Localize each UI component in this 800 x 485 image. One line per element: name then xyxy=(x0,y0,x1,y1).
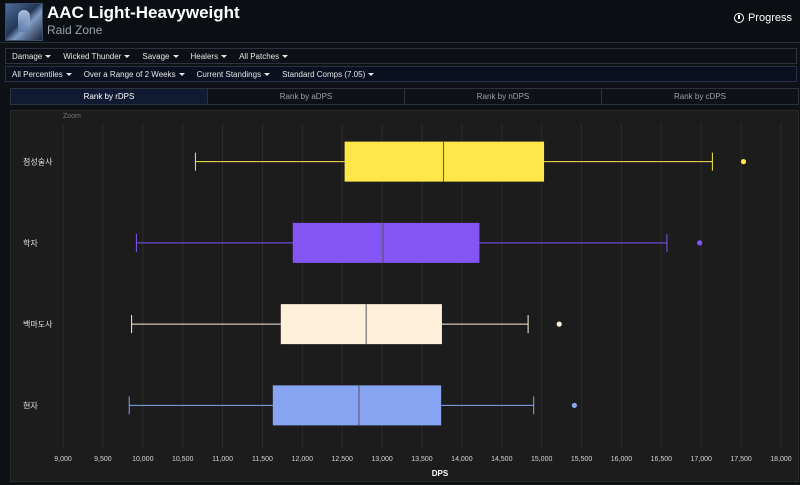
boxplot-svg: 9,000 9,500 10,000 10,500 11,000 11,500 12,000… xyxy=(23,123,792,478)
box-series: 학자 xyxy=(23,222,703,263)
filter-bar-primary: Damage Wicked Thunder Savage Healers All… xyxy=(5,48,797,64)
filter-range-dropdown[interactable]: Over a Range of 2 Weeks xyxy=(78,70,191,79)
x-tick-label: 17,500 xyxy=(730,456,752,463)
x-tick-label: 12,500 xyxy=(332,456,354,463)
iqr-box xyxy=(344,141,545,182)
x-tick-label: 9,000 xyxy=(54,456,72,463)
x-tick-label: 13,500 xyxy=(411,456,433,463)
category-label: 백마도사 xyxy=(23,319,53,329)
x-tick-label: 12,000 xyxy=(292,456,314,463)
x-tick-label: 15,000 xyxy=(531,456,553,463)
outlier-point xyxy=(556,321,562,327)
box-series: 백마도사 xyxy=(23,304,562,345)
x-tick-label: 13,000 xyxy=(371,456,393,463)
filter-comps-dropdown[interactable]: Standard Comps (7.05) xyxy=(276,70,380,79)
category-label: 현자 xyxy=(23,401,38,410)
filter-role-dropdown[interactable]: Healers xyxy=(185,52,234,61)
iqr-box xyxy=(280,304,442,345)
filter-bar-secondary: All Percentiles Over a Range of 2 Weeks … xyxy=(5,66,797,82)
tab-rank-cdps[interactable]: Rank by cDPS xyxy=(602,89,798,104)
outlier-point xyxy=(697,240,703,246)
filter-patch-dropdown[interactable]: All Patches xyxy=(233,52,294,61)
progress-label: Progress xyxy=(747,12,792,24)
box-series: 점성술사 xyxy=(23,141,747,182)
filter-percentile-dropdown[interactable]: All Percentiles xyxy=(6,70,78,79)
x-tick-label: 17,000 xyxy=(691,456,713,463)
chevron-down-icon xyxy=(172,54,179,58)
filter-encounter-dropdown[interactable]: Wicked Thunder xyxy=(57,52,136,61)
x-axis-title: DPS xyxy=(432,469,449,478)
x-tick-label: 16,500 xyxy=(651,456,673,463)
rank-tabs: Rank by rDPS Rank by aDPS Rank by nDPS R… xyxy=(10,88,799,105)
chevron-down-icon xyxy=(45,54,52,58)
zone-image-icon xyxy=(5,3,43,41)
x-tick-label: 16,000 xyxy=(611,456,633,463)
chevron-down-icon xyxy=(178,72,185,76)
chevron-down-icon xyxy=(65,72,72,76)
progress-link[interactable]: Progress xyxy=(733,12,792,24)
x-tick-label: 10,000 xyxy=(132,456,154,463)
chevron-down-icon xyxy=(221,54,228,58)
category-label: 학자 xyxy=(23,238,38,248)
chevron-down-icon xyxy=(264,72,271,76)
category-label: 점성술사 xyxy=(23,157,53,167)
x-tick-label: 11,500 xyxy=(252,456,273,463)
outlier-point xyxy=(740,159,747,165)
x-tick-label: 14,000 xyxy=(451,456,473,463)
outlier-point xyxy=(571,402,577,408)
x-tick-label: 18,000 xyxy=(770,456,792,463)
chevron-down-icon xyxy=(124,54,131,58)
iqr-box xyxy=(292,222,480,263)
x-tick-label: 9,500 xyxy=(94,456,112,463)
box-series: 현자 xyxy=(23,385,577,426)
zone-header: AAC Light-Heavyweight Raid Zone Progress xyxy=(0,0,800,43)
chevron-down-icon xyxy=(368,72,375,76)
page-subtitle: Raid Zone xyxy=(47,23,103,37)
iqr-box xyxy=(272,385,442,426)
x-tick-label: 15,500 xyxy=(571,456,593,463)
tab-rank-adps[interactable]: Rank by aDPS xyxy=(208,89,405,104)
filter-difficulty-dropdown[interactable]: Savage xyxy=(136,52,184,61)
x-tick-label: 14,500 xyxy=(491,456,513,463)
filter-standings-dropdown[interactable]: Current Standings xyxy=(191,70,276,79)
dps-boxplot-chart: Zoom 9,000 9,500 10,000 10,500 11,000 11,500 1… xyxy=(10,110,799,482)
tab-rank-rdps[interactable]: Rank by rDPS xyxy=(11,89,208,104)
tab-rank-ndps[interactable]: Rank by nDPS xyxy=(405,89,602,104)
progress-icon xyxy=(733,13,744,23)
x-tick-label: 10,500 xyxy=(172,456,194,463)
filter-metric-dropdown[interactable]: Damage xyxy=(6,52,57,61)
chevron-down-icon xyxy=(282,54,289,58)
page-title: AAC Light-Heavyweight xyxy=(47,3,240,22)
x-tick-label: 11,000 xyxy=(212,456,233,463)
